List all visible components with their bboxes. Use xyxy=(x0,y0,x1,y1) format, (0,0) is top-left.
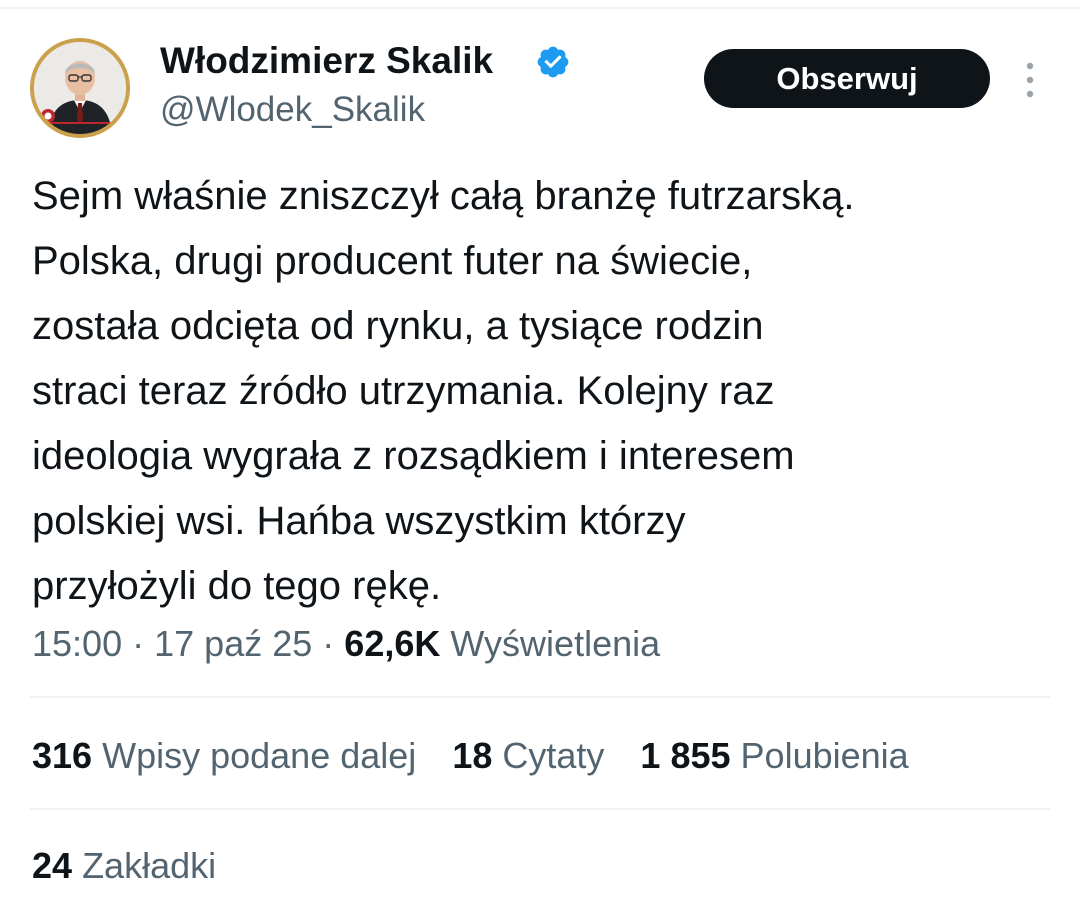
tweet-text-line: Polska, drugi producent futer na świecie… xyxy=(32,239,753,283)
meta-separator: · xyxy=(322,623,335,664)
avatar-photo xyxy=(34,42,126,134)
tweet-text-line: przyłożyli do tego rękę. xyxy=(32,564,442,608)
tweet-time[interactable]: 15:00 xyxy=(32,623,122,664)
more-vertical-icon[interactable] xyxy=(1015,58,1045,102)
tweet-text-line: została odcięta od rynku, a tysiące rodz… xyxy=(32,304,764,348)
tweet-text: Sejm właśnie zniszczył całą branżę futrz… xyxy=(32,164,1062,619)
quotes-label: Cytaty xyxy=(502,735,605,776)
author-name[interactable]: Włodzimierz Skalik xyxy=(160,38,493,84)
views-count: 62,6K xyxy=(344,623,441,664)
reposts-count: 316 xyxy=(32,735,93,776)
likes-stat[interactable]: 1 855 Polubienia xyxy=(640,735,908,776)
likes-count: 1 855 xyxy=(640,735,731,776)
likes-label: Polubienia xyxy=(740,735,909,776)
bookmarks-label: Zakładki xyxy=(82,845,217,886)
tweet-date[interactable]: 17 paź 25 xyxy=(154,623,312,664)
divider xyxy=(30,696,1050,698)
tweet-text-line: straci teraz źródło utrzymania. Kolejny … xyxy=(32,369,775,413)
author-avatar[interactable] xyxy=(30,38,130,138)
bookmarks-stat[interactable]: 24 Zakładki xyxy=(32,842,216,890)
meta-separator: · xyxy=(132,623,145,664)
tweet-text-line: ideologia wygrała z rozsądkiem i interes… xyxy=(32,434,795,478)
reposts-stat[interactable]: 316 Wpisy podane dalej xyxy=(32,735,416,776)
follow-button[interactable]: Obserwuj xyxy=(704,49,990,108)
engagement-stats: 316 Wpisy podane dalej 18 Cytaty 1 855 P… xyxy=(32,732,935,780)
tweet-text-line: polskiej wsi. Hańba wszystkim którzy xyxy=(32,499,686,543)
author-handle[interactable]: @Wlodek_Skalik xyxy=(160,88,425,132)
verified-badge-icon xyxy=(537,46,569,78)
reposts-label: Wpisy podane dalej xyxy=(102,735,417,776)
quotes-stat[interactable]: 18 Cytaty xyxy=(452,735,604,776)
top-divider xyxy=(0,0,1080,9)
avatar-portrait-icon xyxy=(34,42,126,134)
quotes-count: 18 xyxy=(452,735,493,776)
tweet-text-line: Sejm właśnie zniszczył całą branżę futrz… xyxy=(32,174,855,218)
views-label: Wyświetlenia xyxy=(450,623,661,664)
tweet-meta: 15:00 · 17 paź 25 · 62,6K Wyświetlenia xyxy=(32,620,660,668)
divider xyxy=(30,808,1050,810)
bookmarks-count: 24 xyxy=(32,845,73,886)
